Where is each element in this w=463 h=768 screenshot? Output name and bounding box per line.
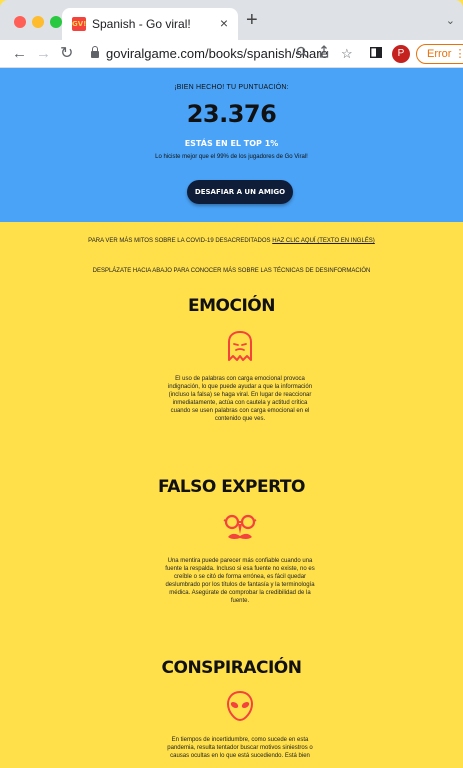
error-label: Error (427, 48, 452, 60)
error-button[interactable]: Error ⋮ (416, 44, 463, 64)
browser-menu-icon[interactable]: ⋮ (455, 48, 463, 60)
better-than-text: Lo hiciste mejor que el 99% de los jugad… (155, 154, 308, 160)
score-value: 23.376 (186, 100, 277, 128)
forward-arrow-icon[interactable]: → (36, 44, 51, 64)
address-bar[interactable]: goviralgame.com/books/spanish/share (106, 46, 328, 61)
section-title-emocion: EMOCIÓN (188, 296, 275, 316)
covid-myths-text: PARA VER MÁS MITOS SOBRE LA COVID-19 DES… (88, 238, 271, 244)
browser-tab[interactable]: GV! Spanish - Go viral! × (62, 8, 238, 40)
close-window-button[interactable] (14, 16, 26, 28)
browser-titlebar: GV! Spanish - Go viral! × + ⌄ (0, 0, 463, 40)
section-text-falso-experto: Una mentira puede parecer más confiable … (165, 558, 315, 604)
covid-myths-link[interactable]: HAZ CLIC AQUÍ (TEXTO EN INGLÉS) (272, 238, 375, 244)
alien-icon (225, 690, 255, 727)
side-panel-icon[interactable] (369, 45, 383, 63)
maximize-window-button[interactable] (50, 16, 62, 28)
lock-icon[interactable] (91, 46, 99, 59)
covid-myths-line: PARA VER MÁS MITOS SOBRE LA COVID-19 DES… (0, 238, 463, 244)
section-title-falso-experto: FALSO EXPERTO (158, 477, 305, 497)
minimize-window-button[interactable] (32, 16, 44, 28)
tab-list-chevron-icon[interactable]: ⌄ (446, 14, 455, 27)
profile-avatar[interactable]: P (392, 45, 410, 63)
scroll-hint-text: DESPLÁZATE HACIA ABAJO PARA CONOCER MÁS … (92, 268, 371, 274)
challenge-friend-button[interactable]: DESAFIAR A UN AMIGO (187, 180, 293, 204)
disguise-glasses-icon (222, 512, 258, 551)
favicon-icon: GV! (72, 17, 86, 31)
section-text-emocion: El uso de palabras con carga emocional p… (167, 376, 313, 422)
reload-icon[interactable]: ↻ (60, 44, 73, 64)
zoom-icon[interactable] (296, 45, 308, 63)
browser-toolbar: ← → ↻ goviralgame.com/books/spanish/shar… (0, 40, 463, 68)
tab-close-icon[interactable]: × (220, 15, 228, 31)
bookmark-star-icon[interactable]: ☆ (341, 45, 353, 63)
share-icon[interactable] (318, 45, 330, 63)
back-arrow-icon[interactable]: ← (12, 44, 27, 64)
top-percent-text: ESTÁS EN EL TOP 1% (184, 139, 279, 148)
new-tab-icon[interactable]: + (246, 10, 258, 30)
score-label: ¡BIEN HECHO! TU PUNTUACIÓN: (174, 84, 289, 91)
score-panel: ¡BIEN HECHO! TU PUNTUACIÓN: 23.376 ESTÁS… (0, 68, 463, 222)
section-text-conspiracion: En tiempos de incertidumbre, como sucede… (167, 737, 313, 759)
section-title-conspiracion: CONSPIRACIÓN (161, 658, 302, 678)
ghost-icon (225, 330, 255, 367)
tab-title: Spanish - Go viral! (92, 17, 191, 31)
